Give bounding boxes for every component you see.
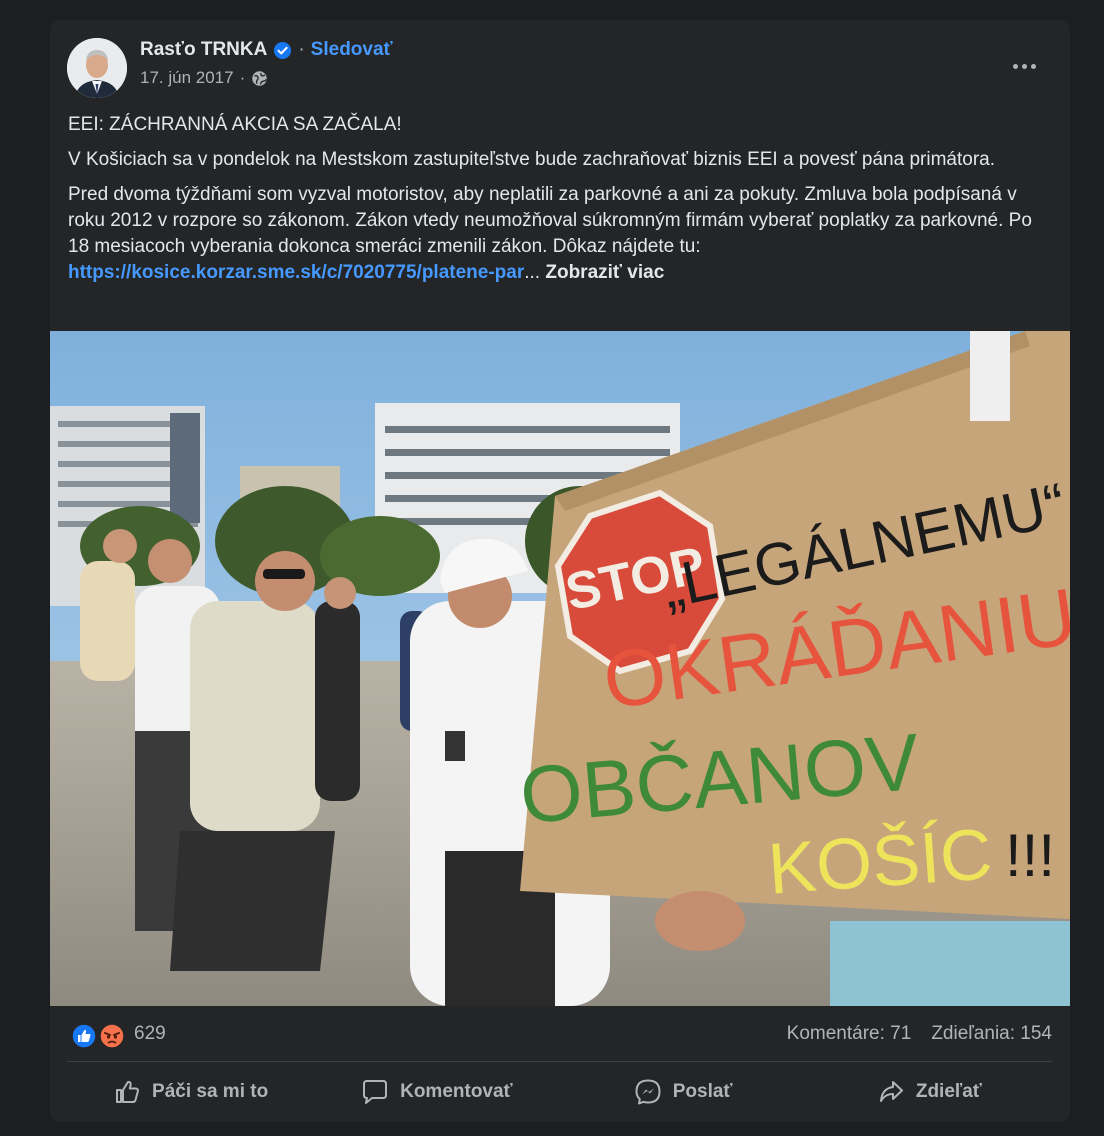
reaction-icons[interactable]: [70, 1022, 128, 1050]
separator-dot: ·: [298, 39, 305, 60]
post-date[interactable]: 17. jún 2017: [140, 68, 234, 88]
article-link[interactable]: https://kosice.korzar.sme.sk/c/7020775/p…: [68, 262, 524, 283]
like-label: Páči sa mi to: [152, 1081, 269, 1102]
meta-separator: ·: [239, 68, 246, 87]
like-button[interactable]: Páči sa mi to: [67, 1066, 313, 1118]
post-photo[interactable]: STOP „LEGÁLNEMU“ OKRÁĎANIU OBČANOV KOŠÍC…: [50, 331, 1070, 1006]
post-card: Rasťo TRNKA · Sledovať 17. jún 2017 · EE…: [50, 20, 1070, 1122]
verified-badge-icon: [273, 41, 292, 60]
thumbs-up-icon: [116, 1080, 139, 1103]
post-meta: 17. jún 2017 ·: [140, 68, 268, 88]
post-header: Rasťo TRNKA · Sledovať 17. jún 2017 ·: [67, 38, 1053, 100]
send-button[interactable]: Poslať: [560, 1066, 806, 1118]
see-more-link[interactable]: Zobraziť viac: [545, 262, 664, 283]
share-count[interactable]: Zdieľania: 154: [931, 1023, 1052, 1045]
follow-button[interactable]: Sledovať: [311, 39, 393, 61]
comment-label: Komentovať: [400, 1081, 513, 1102]
post-paragraph-3-text: Pred dvoma týždňami som vyzval motoristo…: [68, 184, 1032, 257]
share-icon: [879, 1081, 903, 1102]
engagement-bar: 629 Komentáre: 71 Zdieľania: 154: [70, 1020, 1052, 1050]
stats-group: Komentáre: 71 Zdieľania: 154: [787, 1023, 1052, 1045]
reaction-count[interactable]: 629: [134, 1023, 166, 1045]
actions-divider: [67, 1061, 1052, 1062]
post-text: EEI: ZÁCHRANNÁ AKCIA SA ZAČALA! V Košici…: [68, 112, 1052, 295]
more-options-icon[interactable]: [1007, 54, 1041, 78]
send-label: Poslať: [672, 1081, 733, 1102]
comment-icon: [363, 1080, 388, 1104]
messenger-icon: [635, 1079, 661, 1105]
share-button[interactable]: Zdieľať: [806, 1066, 1052, 1118]
action-bar: Páči sa mi to Komentovať Poslať Zdieľať: [67, 1066, 1052, 1118]
ellipsis: ...: [524, 262, 541, 283]
post-paragraph-3: Pred dvoma týždňami som vyzval motoristo…: [68, 182, 1052, 286]
sign-line-4: KOŠÍC: [766, 814, 995, 909]
post-paragraph-2: V Košiciach sa v pondelok na Mestskom za…: [68, 149, 996, 170]
comment-button[interactable]: Komentovať: [313, 1066, 559, 1118]
share-label: Zdieľať: [915, 1081, 982, 1102]
author-name[interactable]: Rasťo TRNKA: [140, 39, 267, 61]
post-paragraph-1: EEI: ZÁCHRANNÁ AKCIA SA ZAČALA!: [68, 114, 402, 135]
sign-exclaim: !!!: [1005, 822, 1055, 889]
comment-count[interactable]: Komentáre: 71: [787, 1023, 912, 1045]
globe-icon[interactable]: [251, 70, 268, 87]
author-avatar[interactable]: [67, 38, 127, 98]
author-line: Rasťo TRNKA · Sledovať: [140, 39, 393, 61]
